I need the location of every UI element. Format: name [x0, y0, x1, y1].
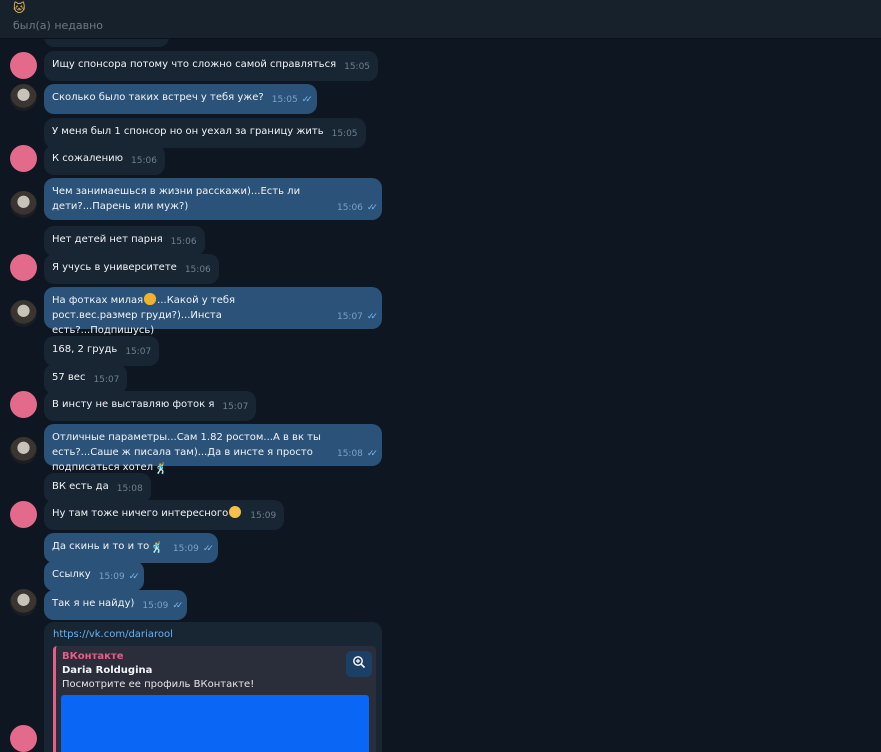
- double-check-icon: ✓✓: [172, 601, 183, 611]
- heart-eyes-emoji-icon: [144, 293, 157, 305]
- message-time: 15:09: [172, 544, 199, 554]
- message-text: Сколько было таких встреч у тебя уже?: [52, 92, 264, 103]
- message-text: У меня был 1 спонсор но он уехал за гран…: [52, 126, 324, 137]
- message-text: Да скинь и то и то: [52, 541, 150, 552]
- message-time: 15:08: [336, 449, 363, 459]
- message-bubble: Ссылку 15:09 ✓✓: [44, 561, 144, 591]
- message-time: 15:06: [336, 203, 363, 213]
- message-text: Нет детей нет парня: [52, 234, 163, 245]
- message-text: Отличные параметры...Сам 1.82 ростом...А…: [52, 432, 321, 473]
- message-text: Ищу спонсора потому что сложно самой спр…: [52, 59, 337, 70]
- double-check-icon: ✓✓: [366, 449, 378, 459]
- contact-avatar[interactable]: [10, 501, 37, 528]
- my-avatar[interactable]: [10, 589, 37, 616]
- message-bubble: К сожалению 15:06: [44, 145, 165, 175]
- message-bubble: Отличные параметры...Сам 1.82 ростом...А…: [44, 424, 382, 475]
- message-bubble: В инсту не выставляю фоток я 15:07: [44, 391, 257, 421]
- last-seen-status: был(а) недавно: [13, 19, 104, 32]
- dancing-emoji-icon: 🕺: [150, 541, 164, 554]
- message-text: 168, 2 грудь: [52, 344, 118, 355]
- my-avatar[interactable]: [10, 300, 37, 327]
- message-text: ВК есть да: [52, 481, 109, 492]
- double-check-icon: ✓✓: [301, 95, 313, 105]
- message-time: 15:07: [336, 312, 363, 322]
- message-text: Я учусь в университете: [52, 262, 177, 273]
- contact-avatar[interactable]: [10, 725, 37, 752]
- message-time: 15:07: [125, 347, 152, 357]
- message-bubble-cut: [44, 39, 169, 47]
- my-avatar[interactable]: [10, 191, 37, 218]
- message-bubble: Я учусь в университете 15:06: [44, 254, 219, 284]
- contact-avatar[interactable]: [10, 52, 37, 79]
- message-bubble: Ну там тоже ничего интересного 15:09: [44, 500, 285, 530]
- laughing-emoji-icon: [229, 506, 242, 518]
- double-check-icon: ✓✓: [366, 203, 378, 213]
- link-preview[interactable]: ВКонтакте Daria Roldugina Посмотрите ее …: [53, 646, 376, 752]
- message-time: 15:09: [142, 601, 169, 611]
- preview-description: Посмотрите ее профиль ВКонтакте!: [62, 679, 255, 690]
- message-time: 15:05: [331, 129, 358, 139]
- message-time: 15:06: [170, 237, 197, 247]
- message-text: Ну там тоже ничего интересного: [52, 508, 229, 519]
- message-bubble: Ищу спонсора потому что сложно самой спр…: [44, 51, 379, 81]
- double-check-icon: ✓✓: [202, 544, 214, 554]
- message-bubble: Так я не найду) 15:09 ✓✓: [44, 590, 188, 620]
- message-time: 15:07: [93, 375, 120, 385]
- message-bubble: На фотках милая ...Какой у тебя рост.вес.…: [44, 287, 382, 336]
- message-time: 15:09: [98, 572, 125, 582]
- preview-image[interactable]: [61, 695, 369, 752]
- message-text: Ссылку: [52, 569, 91, 580]
- message-bubble: 57 вес 15:07: [44, 364, 128, 394]
- message-bubble: Чем занимаешься в жизни расскажи)...Есть…: [44, 178, 382, 220]
- message-bubble: Сколько было таких встреч у тебя уже? 15:…: [44, 84, 317, 114]
- message-text: На фотках милая: [52, 295, 144, 306]
- message-text: В инсту не выставляю фоток я: [52, 399, 215, 410]
- message-bubble: У меня был 1 спонсор но он уехал за гран…: [44, 118, 366, 148]
- dancing-emoji-icon: 🕺: [154, 462, 168, 475]
- chat-header[interactable]: 🐱 был(а) недавно: [0, 0, 881, 39]
- message-time: 15:09: [250, 511, 277, 521]
- message-time: 15:05: [271, 95, 298, 105]
- zoom-in-icon[interactable]: [346, 651, 372, 677]
- message-link[interactable]: https://vk.com/dariarool: [53, 629, 173, 640]
- message-text: К сожалению: [52, 153, 124, 164]
- preview-site-name: ВКонтакте: [62, 651, 124, 662]
- contact-avatar[interactable]: [10, 145, 37, 172]
- contact-emoji: 🐱: [13, 1, 26, 15]
- my-avatar[interactable]: [10, 437, 37, 464]
- message-time: 15:08: [116, 484, 143, 494]
- preview-title: Daria Roldugina: [62, 665, 153, 676]
- message-bubble: 168, 2 грудь 15:07: [44, 336, 160, 366]
- contact-avatar[interactable]: [10, 254, 37, 281]
- my-avatar[interactable]: [10, 84, 37, 111]
- message-time: 15:06: [184, 265, 211, 275]
- link-message-bubble: https://vk.com/dariarool ВКонтакте Daria…: [44, 622, 382, 752]
- message-time: 15:07: [222, 402, 249, 412]
- message-bubble: ВК есть да 15:08: [44, 473, 151, 503]
- message-bubble: Нет детей нет парня 15:06: [44, 226, 205, 256]
- double-check-icon: ✓✓: [128, 572, 140, 582]
- message-bubble: Да скинь и то и то🕺 15:09 ✓✓: [44, 533, 218, 563]
- message-time: 15:05: [344, 62, 371, 72]
- message-text: Чем занимаешься в жизни расскажи)...Есть…: [52, 186, 301, 212]
- message-text: 57 вес: [52, 372, 86, 383]
- contact-avatar[interactable]: [10, 391, 37, 418]
- message-list[interactable]: Ищу спонсора потому что сложно самой спр…: [0, 39, 881, 752]
- double-check-icon: ✓✓: [366, 312, 378, 322]
- message-text: Так я не найду): [52, 598, 135, 609]
- message-time: 15:06: [131, 156, 157, 166]
